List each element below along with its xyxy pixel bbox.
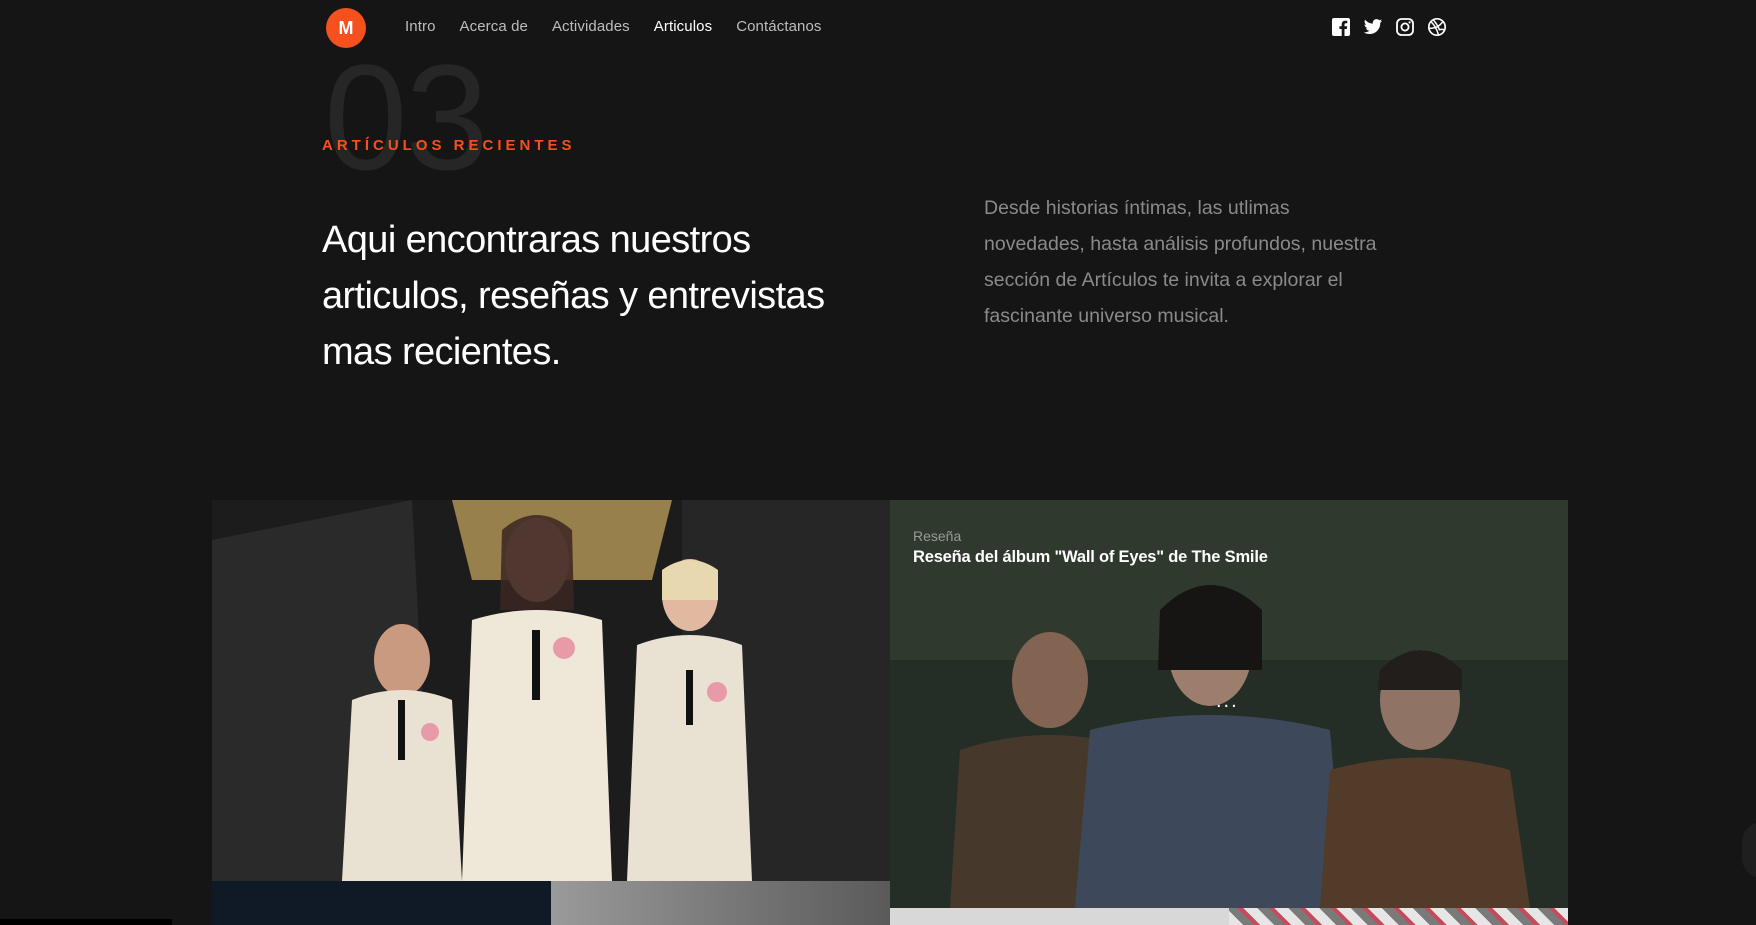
nav-item-articulos[interactable]: Articulos xyxy=(654,18,712,35)
more-options-icon[interactable]: ... xyxy=(1216,690,1239,713)
article-photo-image xyxy=(212,500,890,881)
article-card-6[interactable] xyxy=(1229,908,1568,925)
instagram-icon[interactable] xyxy=(1395,17,1415,37)
article-card-photo[interactable] xyxy=(212,500,890,881)
page: M Intro Acerca de Actividades Articulos … xyxy=(0,0,1756,925)
article-card-the-smile[interactable]: Reseña Reseña del álbum "Wall of Eyes" d… xyxy=(890,500,1568,908)
article-category: Reseña xyxy=(913,528,962,544)
section-lede: Desde historias íntimas, las utlimas nov… xyxy=(984,197,1377,327)
article-card-3[interactable] xyxy=(212,881,551,925)
article-card-4[interactable] xyxy=(551,881,890,925)
twitter-icon[interactable] xyxy=(1363,17,1383,37)
article-title[interactable]: Reseña del álbum "Wall of Eyes" de The S… xyxy=(913,548,1268,567)
nav-item-actividades[interactable]: Actividades xyxy=(552,18,630,35)
section-heading: Aqui encontraras nuestros articulos, res… xyxy=(322,219,825,373)
bottom-bar xyxy=(0,919,172,925)
nav-item-contactanos[interactable]: Contáctanos xyxy=(736,18,821,35)
section-number: 03 xyxy=(324,33,489,201)
section-kicker: ARTÍCULOS RECIENTES xyxy=(322,137,576,154)
social-links xyxy=(1331,17,1447,37)
facebook-icon[interactable] xyxy=(1331,17,1351,37)
dribbble-icon[interactable] xyxy=(1427,17,1447,37)
article-card-5[interactable] xyxy=(890,908,1229,925)
side-scroll-button[interactable] xyxy=(1742,822,1756,878)
